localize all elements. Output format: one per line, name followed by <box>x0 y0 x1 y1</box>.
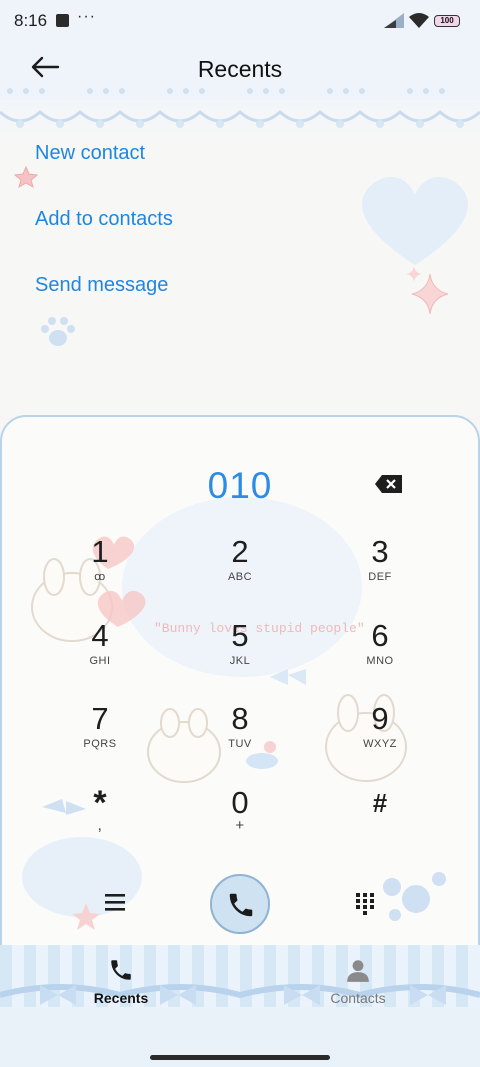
voicemail-icon: ꝏ <box>94 571 106 583</box>
backspace-icon[interactable] <box>374 474 404 494</box>
add-to-contacts-link[interactable]: Add to contacts <box>35 208 173 231</box>
key-4[interactable]: 4 GHI <box>40 619 160 689</box>
signal-icon <box>384 13 404 28</box>
key-0[interactable]: 0 + <box>180 786 300 856</box>
key-digit: 9 <box>371 701 389 736</box>
nav-contacts[interactable]: Contacts <box>298 957 418 1006</box>
key-star[interactable]: * , <box>40 786 160 856</box>
key-digit: 7 <box>91 701 109 736</box>
key-letters: WXYZ <box>363 738 397 750</box>
top-app-bar: Recents <box>0 42 480 82</box>
battery-icon: 100 <box>434 15 460 27</box>
key-8[interactable]: 8 TUV <box>180 702 300 772</box>
key-letters: MNO <box>366 655 394 667</box>
key-letters: JKL <box>229 655 251 667</box>
key-letters: , <box>97 817 103 834</box>
key-6[interactable]: 6 MNO <box>320 619 440 689</box>
key-letters: GHI <box>89 655 111 667</box>
key-digit: 8 <box>231 701 249 736</box>
paw-decoration-icon <box>41 317 75 346</box>
key-digit: 2 <box>231 534 249 569</box>
key-letters: DEF <box>368 571 392 583</box>
app-square-icon <box>56 14 69 27</box>
key-2[interactable]: 2 ABC <box>180 535 300 605</box>
recents-actions-area: New contact Add to contacts Send message <box>0 82 480 416</box>
sparkle-decoration-icon <box>406 266 449 315</box>
heart-decoration-icon <box>362 177 468 265</box>
person-icon <box>347 960 369 982</box>
nav-label: Recents <box>93 990 149 1006</box>
key-digit: 6 <box>371 618 389 653</box>
key-digit: 3 <box>371 534 389 569</box>
key-9[interactable]: 9 WXYZ <box>320 702 440 772</box>
menu-icon[interactable] <box>103 892 127 912</box>
phone-icon <box>111 960 131 980</box>
phone-icon <box>229 893 253 917</box>
key-letters: ABC <box>227 571 253 583</box>
key-digit: 4 <box>91 618 109 653</box>
nav-label: Contacts <box>330 990 386 1006</box>
key-digit: # <box>372 788 388 818</box>
new-contact-link[interactable]: New contact <box>35 142 145 165</box>
status-bar: 8:16 ··· 100 <box>0 0 480 42</box>
home-indicator[interactable] <box>150 1055 330 1060</box>
key-digit: 0 <box>231 785 249 820</box>
nav-recents[interactable]: Recents <box>61 957 181 1006</box>
status-time: 8:16 <box>14 11 48 30</box>
key-letters: TUV <box>228 738 252 750</box>
page-title: Recents <box>197 56 283 82</box>
wifi-icon <box>409 13 429 28</box>
lace-decoration <box>0 82 480 128</box>
key-letters: + <box>235 817 245 834</box>
key-letters: PQRS <box>83 738 117 750</box>
key-1[interactable]: 1 ꝏ <box>40 535 160 605</box>
more-notifications-icon: ··· <box>77 8 96 25</box>
star-decoration-icon <box>14 166 38 188</box>
call-button[interactable] <box>210 874 270 934</box>
dialed-number: 010 <box>207 465 273 506</box>
dialpad-icon[interactable] <box>355 892 375 916</box>
send-message-link[interactable]: Send message <box>35 274 168 297</box>
key-hash[interactable]: # <box>320 786 440 856</box>
key-5[interactable]: 5 JKL <box>180 619 300 689</box>
key-7[interactable]: 7 PQRS <box>40 702 160 772</box>
key-digit: 5 <box>231 618 249 653</box>
bottom-navigation: Recents Contacts <box>0 945 480 1067</box>
key-3[interactable]: 3 DEF <box>320 535 440 605</box>
key-digit: 1 <box>91 534 109 569</box>
key-digit: * <box>93 784 107 822</box>
